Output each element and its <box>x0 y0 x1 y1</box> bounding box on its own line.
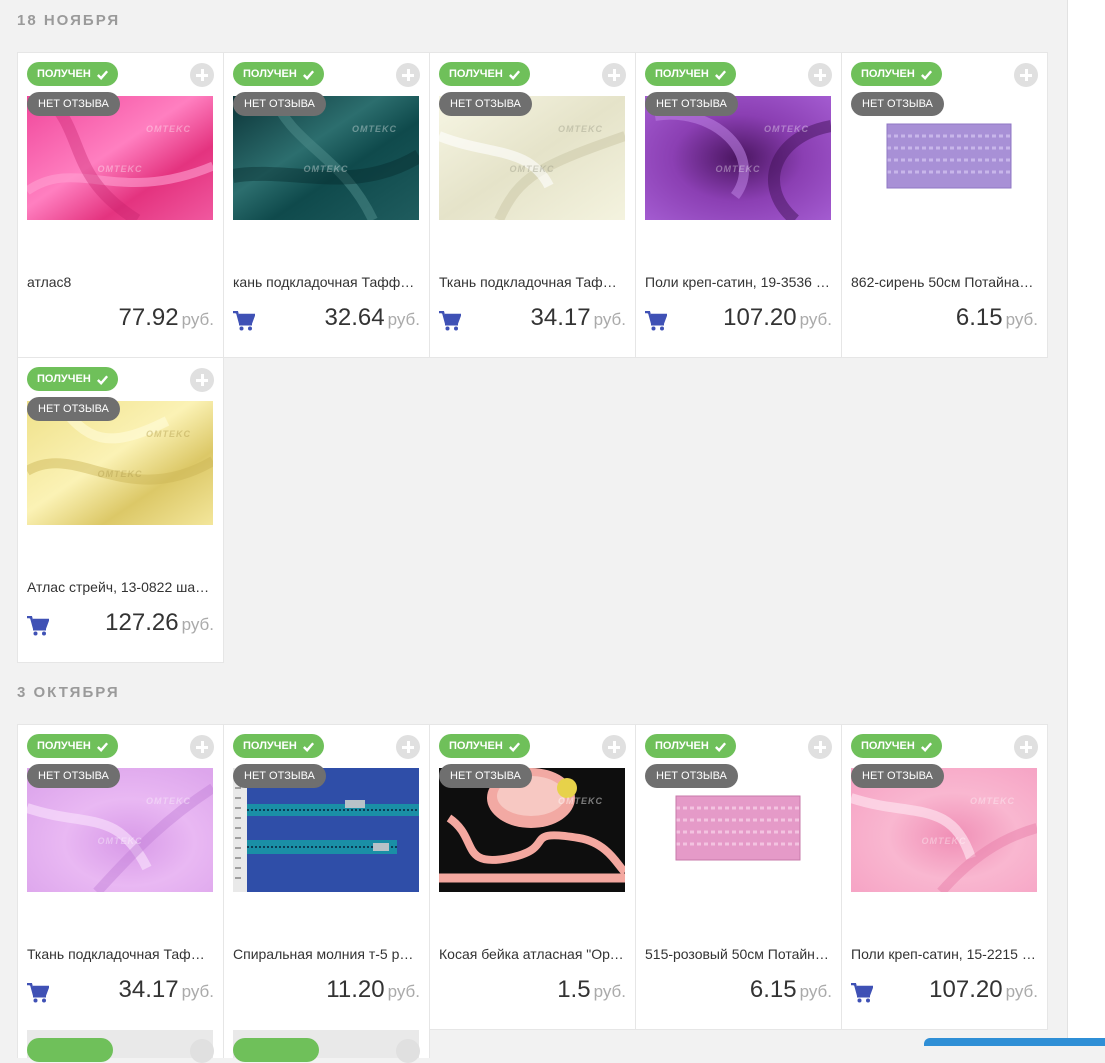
received-badge: ПОЛУЧЕН <box>645 62 736 86</box>
received-badge: ПОЛУЧЕН <box>27 62 118 86</box>
product-card[interactable]: ПОЛУЧЕН НЕТ ОТЗЫВА Спиральная молния т-5… <box>224 725 430 1030</box>
no-review-badge[interactable]: НЕТ ОТЗЫВА <box>233 764 326 788</box>
add-icon[interactable] <box>808 735 832 759</box>
cart-icon[interactable] <box>233 311 255 331</box>
checkmark-icon <box>508 741 520 752</box>
checkmark-icon <box>96 741 108 752</box>
product-name[interactable]: 862-сирень 50см Потайная молния <box>851 274 1038 290</box>
checkmark-icon <box>714 741 726 752</box>
product-price: 6.15 руб. <box>955 304 1038 331</box>
received-badge <box>27 1038 113 1062</box>
product-card[interactable]: OMTEKC OMTEKC ПОЛУЧЕН НЕТ ОТЗЫВА Ткань по… <box>430 53 636 358</box>
product-card[interactable] <box>18 1028 224 1063</box>
received-badge: ПОЛУЧЕН <box>851 62 942 86</box>
received-badge: ПОЛУЧЕН <box>233 734 324 758</box>
add-icon[interactable] <box>602 63 626 87</box>
product-card[interactable]: OMTEKC OMTEKC ПОЛУЧЕН НЕТ ОТЗЫВА Атлас ст… <box>18 358 224 663</box>
product-card[interactable]: OMTEKC OMTEKC ПОЛУЧЕН НЕТ ОТЗЫВА Поли кре… <box>842 725 1048 1030</box>
product-name[interactable]: Атлас стрейч, 13-0822 шампань <box>27 579 214 595</box>
product-price: 127.26 руб. <box>105 609 214 636</box>
add-icon[interactable] <box>1014 735 1038 759</box>
add-icon[interactable] <box>396 1039 420 1063</box>
product-name[interactable]: Косая бейка атласная "Ортекс" <box>439 946 626 962</box>
add-icon[interactable] <box>602 735 626 759</box>
checkmark-icon <box>920 69 932 80</box>
cart-icon[interactable] <box>645 311 667 331</box>
product-price: 11.20 руб. <box>326 976 420 1003</box>
product-name[interactable]: Ткань подкладочная Таффета <box>27 946 214 962</box>
product-price: 107.20 руб. <box>929 976 1038 1003</box>
product-card[interactable]: OMTEKC OMTEKC ПОЛУЧЕН НЕТ ОТЗЫВА Ткань по… <box>18 725 224 1030</box>
no-review-badge[interactable]: НЕТ ОТЗЫВА <box>439 92 532 116</box>
no-review-badge[interactable]: НЕТ ОТЗЫВА <box>233 92 326 116</box>
no-review-badge[interactable]: НЕТ ОТЗЫВА <box>27 764 120 788</box>
product-price: 34.17 руб. <box>530 304 626 331</box>
received-badge <box>233 1038 319 1062</box>
product-price: 6.15 руб. <box>749 976 832 1003</box>
section-date-title: 18 НОЯБРЯ <box>17 12 121 29</box>
received-badge: ПОЛУЧЕН <box>645 734 736 758</box>
no-review-badge[interactable]: НЕТ ОТЗЫВА <box>27 397 120 421</box>
cart-icon[interactable] <box>851 983 873 1003</box>
no-review-badge[interactable]: НЕТ ОТЗЫВА <box>645 92 738 116</box>
add-icon[interactable] <box>396 735 420 759</box>
checkmark-icon <box>96 374 108 385</box>
no-review-badge[interactable]: НЕТ ОТЗЫВА <box>851 92 944 116</box>
add-icon[interactable] <box>190 735 214 759</box>
received-badge: ПОЛУЧЕН <box>27 367 118 391</box>
product-card[interactable]: OMTEKC OMTEKC ПОЛУЧЕН НЕТ ОТЗЫВА атлас8 7… <box>18 53 224 358</box>
product-price: 107.20 руб. <box>723 304 832 331</box>
checkmark-icon <box>714 69 726 80</box>
chat-widget-tab[interactable] <box>924 1038 1105 1046</box>
checkmark-icon <box>302 741 314 752</box>
product-grid: OMTEKC OMTEKC ПОЛУЧЕН НЕТ ОТЗЫВА Ткань по… <box>17 724 1048 1030</box>
cart-icon[interactable] <box>27 983 49 1003</box>
section-date-title: 3 ОКТЯБРЯ <box>17 684 120 701</box>
add-icon[interactable] <box>1014 63 1038 87</box>
product-grid-partial-row <box>17 1028 430 1063</box>
right-gutter <box>1067 0 1105 1046</box>
received-badge: ПОЛУЧЕН <box>233 62 324 86</box>
add-icon[interactable] <box>190 1039 214 1063</box>
product-price: 1.5 руб. <box>557 976 626 1003</box>
product-price: 32.64 руб. <box>324 304 420 331</box>
product-name[interactable]: 515-розовый 50см Потайная молния <box>645 946 832 962</box>
received-badge: ПОЛУЧЕН <box>439 734 530 758</box>
product-card[interactable]: OMTEKC OMTEKC ПОЛУЧЕН НЕТ ОТЗЫВА кань под… <box>224 53 430 358</box>
product-price: 77.92 руб. <box>118 304 214 331</box>
received-badge: ПОЛУЧЕН <box>27 734 118 758</box>
product-name[interactable]: кань подкладочная Таффета 190Т <box>233 274 420 290</box>
checkmark-icon <box>508 69 520 80</box>
product-price: 34.17 руб. <box>118 976 214 1003</box>
no-review-badge[interactable]: НЕТ ОТЗЫВА <box>851 764 944 788</box>
checkmark-icon <box>96 69 108 80</box>
add-icon[interactable] <box>808 63 832 87</box>
product-name[interactable]: Поли креп-сатин, 15-2215 розовый <box>851 946 1038 962</box>
product-card[interactable]: ПОЛУЧЕН НЕТ ОТЗЫВА 862-сирень 50см Потай… <box>842 53 1048 358</box>
no-review-badge[interactable]: НЕТ ОТЗЫВА <box>645 764 738 788</box>
product-grid: OMTEKC OMTEKC ПОЛУЧЕН НЕТ ОТЗЫВА атлас8 7… <box>17 52 1048 663</box>
no-review-badge[interactable]: НЕТ ОТЗЫВА <box>27 92 120 116</box>
product-name[interactable]: Ткань подкладочная Таффета <box>439 274 626 290</box>
product-card[interactable]: OMTEKC OMTEKC ПОЛУЧЕН НЕТ ОТЗЫВА Поли кре… <box>636 53 842 358</box>
add-icon[interactable] <box>190 63 214 87</box>
product-card[interactable] <box>224 1028 430 1063</box>
received-badge: ПОЛУЧЕН <box>851 734 942 758</box>
product-card[interactable]: ПОЛУЧЕН НЕТ ОТЗЫВА 515-розовый 50см Пота… <box>636 725 842 1030</box>
cart-icon[interactable] <box>27 616 49 636</box>
checkmark-icon <box>302 69 314 80</box>
product-card[interactable]: OMTEKC ПОЛУЧЕН НЕТ ОТЗЫВА Косая бейка ат… <box>430 725 636 1030</box>
product-name[interactable]: атлас8 <box>27 274 214 290</box>
received-badge: ПОЛУЧЕН <box>439 62 530 86</box>
no-review-badge[interactable]: НЕТ ОТЗЫВА <box>439 764 532 788</box>
product-name[interactable]: Поли креп-сатин, 19-3536 фиолетовый <box>645 274 832 290</box>
add-icon[interactable] <box>190 368 214 392</box>
product-name[interactable]: Спиральная молния т-5 разъёмная <box>233 946 420 962</box>
checkmark-icon <box>920 741 932 752</box>
add-icon[interactable] <box>396 63 420 87</box>
cart-icon[interactable] <box>439 311 461 331</box>
